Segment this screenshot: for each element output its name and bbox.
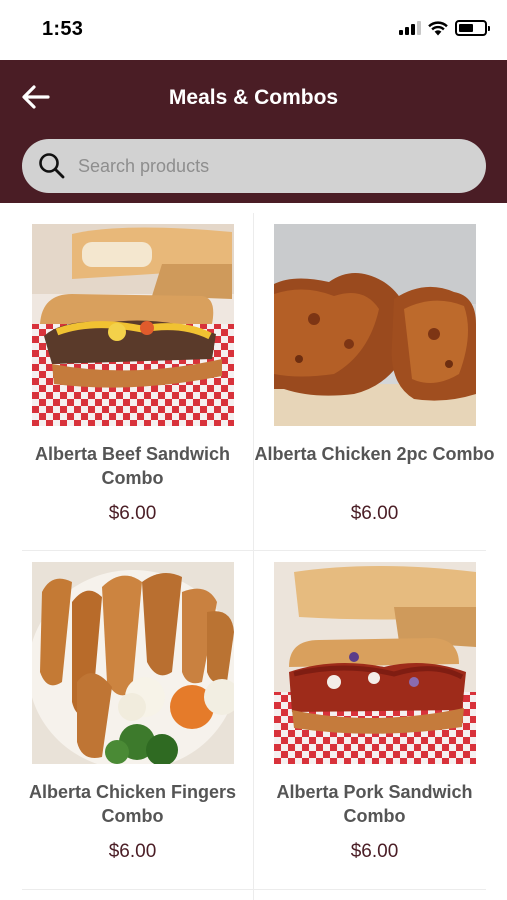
search-bar[interactable] [22, 139, 486, 193]
chicken-fingers-image [32, 562, 234, 764]
product-price: $6.00 [350, 503, 399, 524]
product-grid: Alberta Beef Sandwich Combo $6.00 Albert… [0, 203, 507, 900]
status-bar: 1:53 [0, 0, 507, 60]
search-input[interactable] [78, 155, 458, 177]
fried-chicken-image [274, 224, 476, 426]
product-price: $6.00 [108, 503, 157, 524]
product-price: $6.00 [108, 841, 157, 862]
product-card[interactable]: Alberta Beef Sandwich Combo $6.00 [6, 203, 259, 541]
search-icon [38, 152, 66, 180]
product-price: $6.00 [350, 841, 399, 862]
status-icons [399, 20, 490, 36]
product-card[interactable]: Alberta Pork Sandwich Combo $6.00 [248, 541, 501, 879]
grid-divider-horizontal [22, 889, 486, 890]
beef-sandwich-image [32, 224, 234, 426]
pork-sandwich-image [274, 562, 476, 764]
wifi-icon [428, 20, 448, 35]
cellular-signal-icon [399, 21, 421, 35]
product-card[interactable]: Alberta Chicken 2pc Combo $6.00 [248, 203, 501, 541]
battery-icon [455, 20, 490, 36]
product-name: Alberta Chicken 2pc Combo [254, 444, 495, 464]
product-name: Alberta Chicken Fingers Combo [28, 782, 237, 826]
header: Meals & Combos [0, 60, 507, 203]
product-card[interactable]: Alberta Chicken Fingers Combo $6.00 [6, 541, 259, 879]
product-name: Alberta Pork Sandwich Combo [276, 782, 473, 826]
product-name: Alberta Beef Sandwich Combo [34, 444, 231, 488]
status-time: 1:53 [42, 18, 84, 40]
page-title: Meals & Combos [168, 86, 339, 109]
